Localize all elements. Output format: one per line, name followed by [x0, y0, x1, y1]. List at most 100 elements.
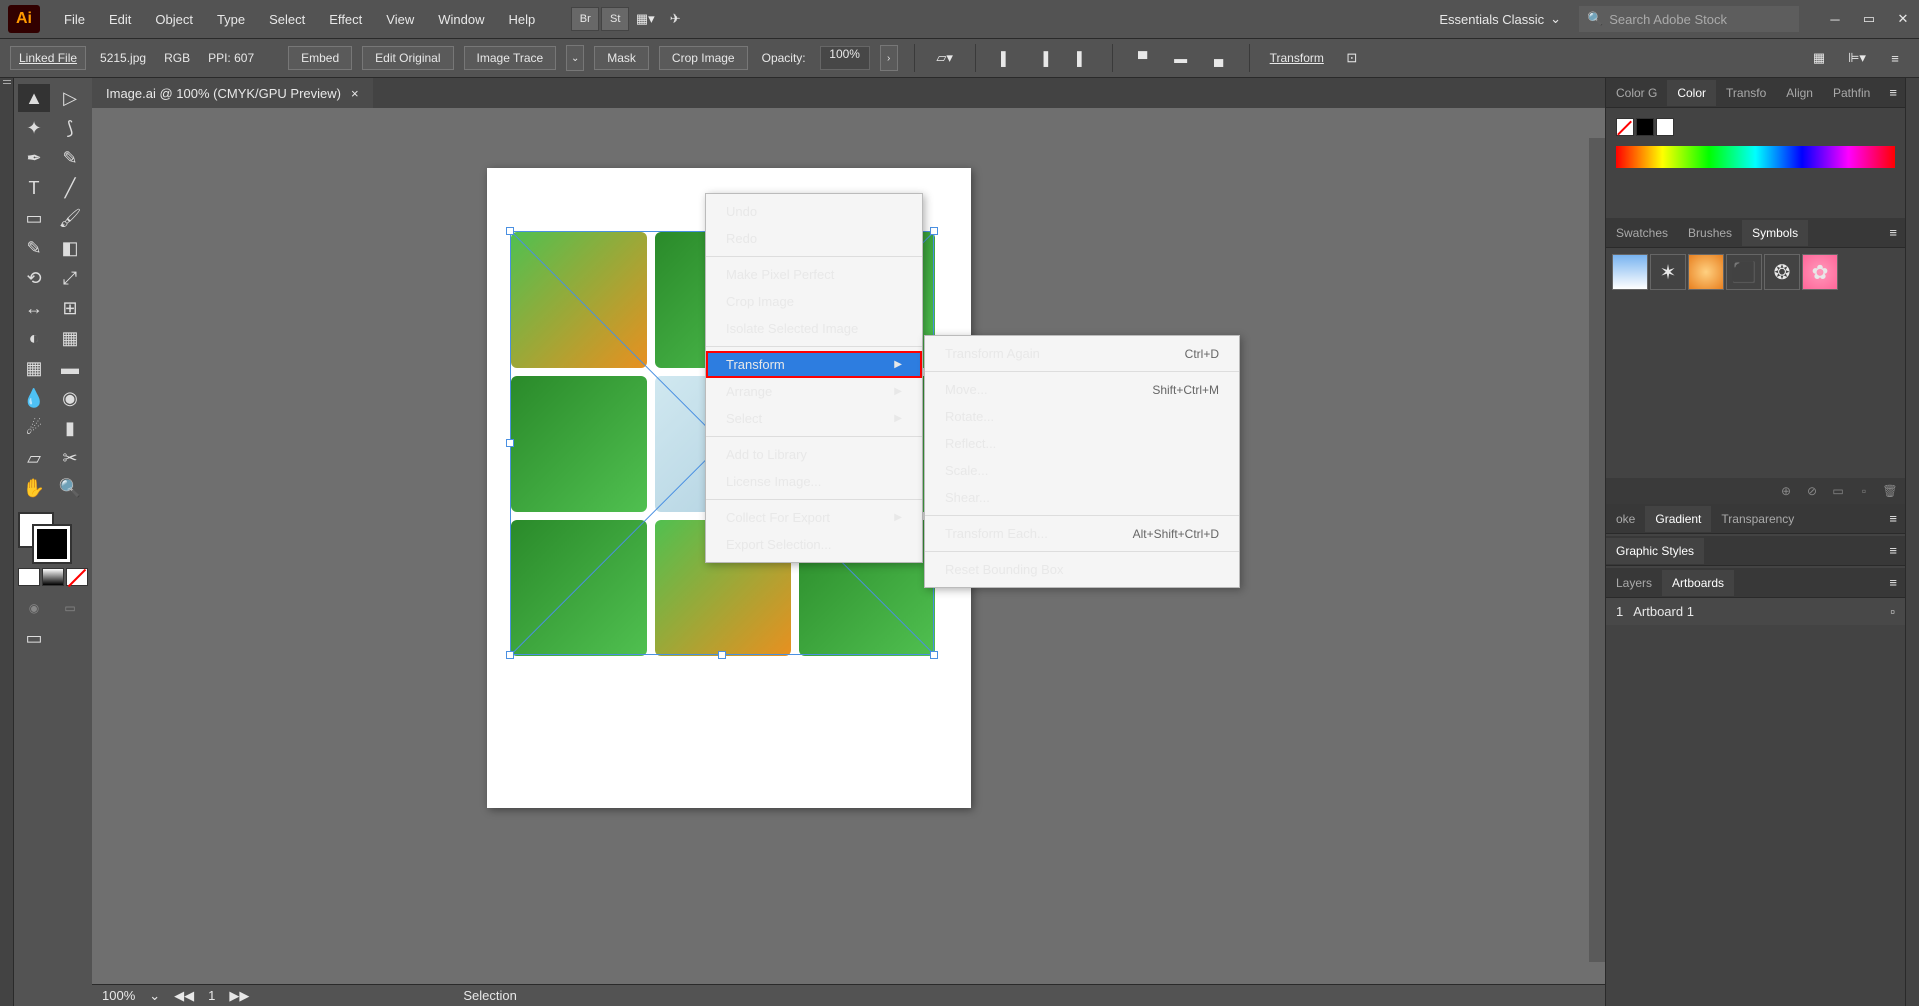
isolate-icon[interactable]: ⊡ — [1338, 46, 1366, 70]
search-stock-input[interactable]: 🔍 Search Adobe Stock — [1579, 6, 1799, 32]
selection-handle[interactable] — [506, 439, 514, 447]
arrange-docs-icon[interactable]: ▦▾ — [631, 7, 659, 31]
options-icon[interactable]: ▭ — [1829, 482, 1847, 500]
eyedropper-tool[interactable]: 💧 — [18, 384, 50, 412]
fill-stroke-swatch[interactable] — [18, 512, 78, 562]
symbol-thumb[interactable]: ✶ — [1650, 254, 1686, 290]
panel-menu-icon[interactable]: ≡ — [1881, 511, 1905, 526]
symbol-thumb[interactable]: ❂ — [1764, 254, 1800, 290]
draw-mode-icon[interactable]: ◉ — [18, 594, 50, 622]
break-link-icon[interactable]: ⊘ — [1803, 482, 1821, 500]
opacity-input[interactable]: 100% — [820, 46, 870, 70]
image-trace-button[interactable]: Image Trace — [464, 46, 557, 70]
align-middle-icon[interactable]: ▬ — [1167, 46, 1195, 70]
context-menu-item[interactable]: Arrange▶ — [706, 378, 922, 405]
panel-tab[interactable]: Symbols — [1742, 220, 1808, 246]
selection-handle[interactable] — [506, 227, 514, 235]
new-icon[interactable]: ▫ — [1855, 482, 1873, 500]
curvature-tool[interactable]: ✎ — [54, 144, 86, 172]
scale-tool[interactable]: ⤢ — [54, 264, 86, 292]
free-transform-tool[interactable]: ⊞ — [54, 294, 86, 322]
slice-tool[interactable]: ✂ — [54, 444, 86, 472]
black-swatch[interactable] — [1636, 118, 1654, 136]
align-center-icon[interactable]: ▐ — [1030, 46, 1058, 70]
submenu-item[interactable]: Reset Bounding Box — [925, 556, 1239, 583]
lasso-tool[interactable]: ⟆ — [54, 114, 86, 142]
selection-tool[interactable]: ▲ — [18, 84, 50, 112]
magic-wand-tool[interactable]: ✦ — [18, 114, 50, 142]
submenu-item[interactable]: Scale... — [925, 457, 1239, 484]
workspace-selector[interactable]: Essentials Classic ⌄ — [1429, 7, 1571, 31]
panel-menu-icon[interactable]: ≡ — [1881, 543, 1905, 558]
mask-button[interactable]: Mask — [594, 46, 649, 70]
rotate-tool[interactable]: ⟲ — [18, 264, 50, 292]
context-menu-item[interactable]: Make Pixel Perfect — [706, 261, 922, 288]
menu-edit[interactable]: Edit — [97, 8, 143, 31]
gpu-icon[interactable]: ✈ — [661, 7, 689, 31]
panel-tab[interactable]: Pathfin — [1823, 80, 1880, 106]
panel-tab[interactable]: Transparency — [1711, 506, 1804, 532]
gradient-mode-swatch[interactable] — [42, 568, 64, 586]
menu-type[interactable]: Type — [205, 8, 257, 31]
image-trace-dropdown[interactable]: ⌄ — [566, 45, 584, 71]
stroke-swatch[interactable] — [34, 526, 70, 562]
draw-mode-icon-2[interactable]: ▭ — [54, 594, 86, 622]
document-tab[interactable]: Image.ai @ 100% (CMYK/GPU Preview) × — [92, 78, 373, 108]
page-nav-prev[interactable]: ◀◀ — [174, 988, 194, 1004]
panel-tab[interactable]: Brushes — [1678, 220, 1742, 246]
panel-menu-icon[interactable]: ≡ — [1881, 225, 1905, 240]
zoom-tool[interactable]: 🔍 — [54, 474, 86, 502]
page-nav-next[interactable]: ▶▶ — [229, 988, 249, 1004]
pref-icon-1[interactable]: ▦ — [1805, 46, 1833, 70]
artboard-options-icon[interactable]: ▫ — [1890, 604, 1895, 619]
artboard-row[interactable]: 1 Artboard 1 ▫ — [1606, 598, 1905, 625]
zoom-level[interactable]: 100% — [102, 988, 135, 1003]
mesh-tool[interactable]: ▦ — [18, 354, 50, 382]
panel-tab[interactable]: oke — [1606, 506, 1645, 532]
selection-handle[interactable] — [506, 651, 514, 659]
symbol-sprayer-tool[interactable]: ☄ — [18, 414, 50, 442]
eraser-tool[interactable]: ◧ — [54, 234, 86, 262]
align-bottom-icon[interactable]: ▄ — [1205, 46, 1233, 70]
rectangle-tool[interactable]: ▭ — [18, 204, 50, 232]
type-tool[interactable]: T — [18, 174, 50, 202]
pref-icon-3[interactable]: ≡ — [1881, 46, 1909, 70]
perspective-tool[interactable]: ▦ — [54, 324, 86, 352]
graphic-styles-tab[interactable]: Graphic Styles — [1606, 538, 1704, 564]
menu-object[interactable]: Object — [143, 8, 205, 31]
blend-tool[interactable]: ◉ — [54, 384, 86, 412]
context-menu-item[interactable]: Add to Library — [706, 441, 922, 468]
menu-effect[interactable]: Effect — [317, 8, 374, 31]
panel-menu-icon[interactable]: ≡ — [1881, 575, 1905, 590]
menu-view[interactable]: View — [374, 8, 426, 31]
none-swatch[interactable] — [1616, 118, 1634, 136]
submenu-item[interactable]: Rotate... — [925, 403, 1239, 430]
graph-tool[interactable]: ▮ — [54, 414, 86, 442]
submenu-item[interactable]: Shear... — [925, 484, 1239, 511]
menu-file[interactable]: File — [52, 8, 97, 31]
context-menu-item[interactable]: Export Selection... — [706, 531, 922, 558]
pen-tool[interactable]: ✒ — [18, 144, 50, 172]
trash-icon[interactable]: 🗑 — [1881, 482, 1899, 500]
direct-selection-tool[interactable]: ▷ — [54, 84, 86, 112]
panel-tab[interactable]: Artboards — [1662, 570, 1734, 596]
transform-link[interactable]: Transform — [1266, 51, 1328, 65]
panel-tab[interactable]: Color — [1667, 80, 1716, 106]
gradient-tool[interactable]: ▬ — [54, 354, 86, 382]
zoom-dropdown-icon[interactable]: ⌄ — [149, 988, 160, 1004]
hand-tool[interactable]: ✋ — [18, 474, 50, 502]
close-tab-icon[interactable]: × — [351, 86, 359, 101]
linked-file-label[interactable]: Linked File — [10, 46, 86, 70]
artboard-tool[interactable]: ▱ — [18, 444, 50, 472]
submenu-item[interactable]: Reflect... — [925, 430, 1239, 457]
panel-tab[interactable]: Layers — [1606, 570, 1662, 596]
doc-setup-icon[interactable]: ▱▾ — [931, 46, 959, 70]
white-swatch[interactable] — [1656, 118, 1674, 136]
panel-tab[interactable]: Color G — [1606, 80, 1667, 106]
symbol-thumb[interactable]: ⬛ — [1726, 254, 1762, 290]
embed-button[interactable]: Embed — [288, 46, 352, 70]
shaper-tool[interactable]: ✎ — [18, 234, 50, 262]
screen-mode-icon[interactable]: ▭ — [18, 624, 50, 652]
paintbrush-tool[interactable]: 🖌 — [54, 204, 86, 232]
align-right-icon[interactable]: ▌ — [1068, 46, 1096, 70]
